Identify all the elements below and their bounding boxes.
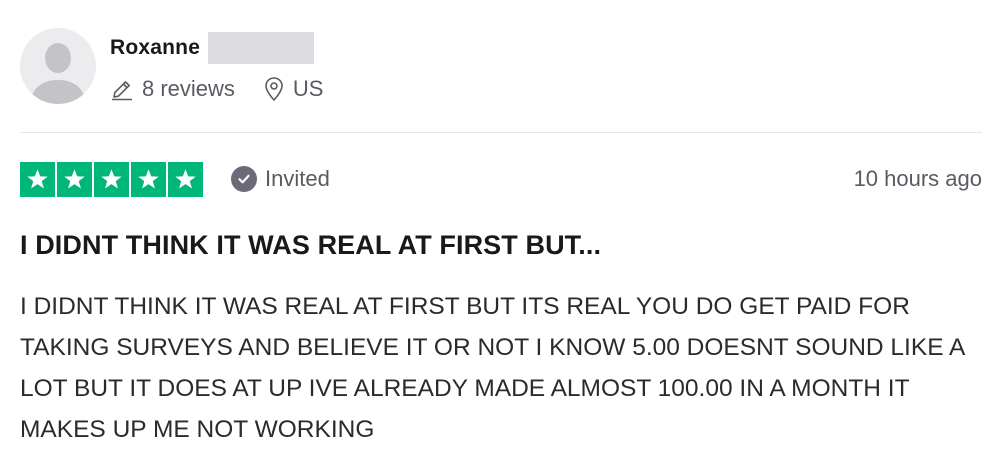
review-body: I DIDNT THINK IT WAS REAL AT FIRST BUT I… (20, 293, 964, 443)
review-card: Roxanne 8 reviews US Invited 10 hours ag… (0, 0, 1000, 468)
reviewer-name-row: Roxanne (110, 32, 323, 64)
reviewer-meta: 8 reviews US (110, 76, 323, 102)
star-4 (131, 161, 166, 197)
invited-badge (231, 166, 257, 192)
reviews-count: 8 reviews (110, 76, 235, 102)
reviews-count-label: 8 reviews (142, 76, 235, 101)
star-icon (64, 168, 85, 188)
star-icon (138, 168, 159, 188)
reviewer-info: Roxanne 8 reviews US (110, 32, 323, 102)
redacted-surname-block (208, 32, 315, 64)
pencil-icon (112, 81, 132, 101)
star-icon (101, 168, 122, 188)
rating-row: Invited 10 hours ago (20, 161, 982, 197)
star-5 (168, 161, 203, 197)
avatar[interactable] (20, 28, 96, 104)
checkmark-icon (238, 174, 250, 184)
reviewer-location: US (263, 76, 324, 102)
star-icon (27, 168, 48, 188)
star-1 (20, 161, 55, 197)
invited-label[interactable]: Invited (231, 166, 330, 192)
reviewer-country: US (292, 76, 324, 101)
location-pin-icon (265, 77, 283, 102)
reviewer-name[interactable]: Roxanne (110, 36, 200, 60)
star-3 (94, 161, 129, 197)
invited-text: Invited (265, 166, 330, 191)
star-icon (175, 168, 196, 188)
reviewer-header: Roxanne 8 reviews US (20, 28, 323, 104)
star-2 (57, 161, 92, 197)
star-rating (20, 161, 203, 197)
person-silhouette-icon (30, 43, 86, 104)
review-title[interactable]: I DIDNT THINK IT WAS REAL AT FIRST BUT..… (20, 230, 601, 261)
divider (20, 132, 982, 133)
review-date: 10 hours ago (853, 166, 982, 191)
